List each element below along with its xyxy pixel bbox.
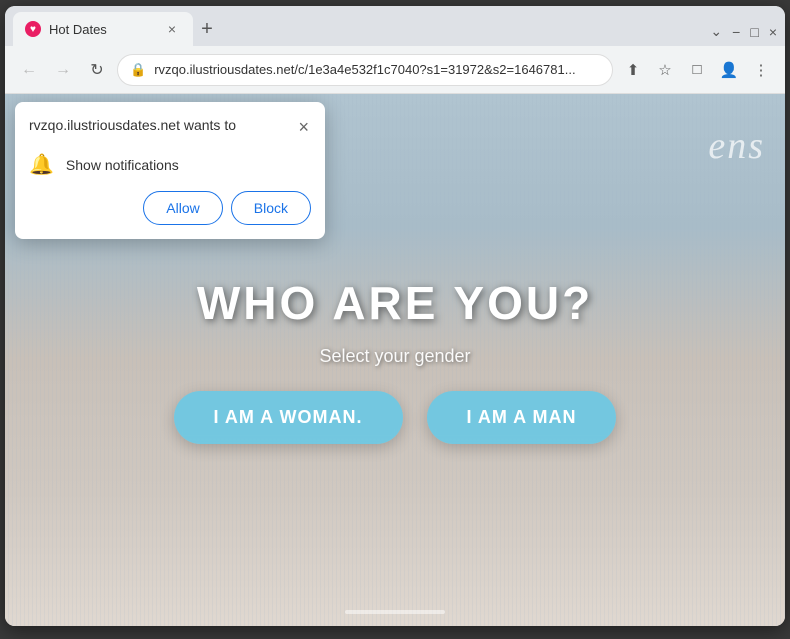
new-tab-button[interactable]: + <box>193 15 221 43</box>
popup-close-button[interactable]: × <box>296 116 311 138</box>
woman-button[interactable]: I AM A WOMAN. <box>174 391 403 444</box>
popup-notification-label: Show notifications <box>66 157 179 173</box>
lock-icon: 🔒 <box>130 62 146 78</box>
back-button[interactable]: ← <box>15 56 43 84</box>
tab-bar: ♥ Hot Dates × + ⌄ − □ × <box>5 6 785 46</box>
popup-notification-item: 🔔 Show notifications <box>15 146 325 191</box>
gender-button-group: I AM A WOMAN. I AM A MAN <box>174 391 617 444</box>
bell-icon: 🔔 <box>29 152 54 177</box>
refresh-button[interactable]: ↻ <box>83 56 111 84</box>
popup-site-text: rvzqo.ilustriousdates.net wants to <box>29 116 236 134</box>
menu-button[interactable]: ⋮ <box>747 56 775 84</box>
allow-button[interactable]: Allow <box>143 191 222 225</box>
tab-favicon: ♥ <box>25 21 41 37</box>
popup-header: rvzqo.ilustriousdates.net wants to × <box>15 102 325 146</box>
close-button[interactable]: × <box>769 24 777 40</box>
content-area: ens WHO ARE YOU? Select your gender I AM… <box>5 94 785 626</box>
main-heading: WHO ARE YOU? <box>197 276 593 330</box>
minimize-button[interactable]: − <box>732 24 740 40</box>
popup-actions: Allow Block <box>15 191 325 239</box>
bookmark-button[interactable]: ☆ <box>651 56 679 84</box>
browser-window: ♥ Hot Dates × + ⌄ − □ × ← → ↻ 🔒 rvzqo.il… <box>5 6 785 626</box>
sub-heading: Select your gender <box>319 346 470 367</box>
window-controls: ⌄ − □ × <box>710 23 777 46</box>
address-actions: ⬆ ☆ □ 👤 ⋮ <box>619 56 775 84</box>
tab-close-button[interactable]: × <box>163 20 181 38</box>
url-bar[interactable]: 🔒 rvzqo.ilustriousdates.net/c/1e3a4e532f… <box>117 54 613 86</box>
maximize-button[interactable]: □ <box>750 24 758 40</box>
extensions-button[interactable]: □ <box>683 56 711 84</box>
address-bar: ← → ↻ 🔒 rvzqo.ilustriousdates.net/c/1e3a… <box>5 46 785 94</box>
url-text: rvzqo.ilustriousdates.net/c/1e3a4e532f1c… <box>154 62 600 77</box>
notification-popup: rvzqo.ilustriousdates.net wants to × 🔔 S… <box>15 102 325 239</box>
share-button[interactable]: ⬆ <box>619 56 647 84</box>
tab-title: Hot Dates <box>49 22 155 37</box>
active-tab[interactable]: ♥ Hot Dates × <box>13 12 193 46</box>
block-button[interactable]: Block <box>231 191 311 225</box>
site-watermark: ens <box>708 124 765 168</box>
forward-button[interactable]: → <box>49 56 77 84</box>
man-button[interactable]: I AM A MAN <box>427 391 617 444</box>
profile-button[interactable]: 👤 <box>715 56 743 84</box>
scroll-indicator <box>345 610 445 614</box>
chevron-down-icon[interactable]: ⌄ <box>710 23 722 40</box>
